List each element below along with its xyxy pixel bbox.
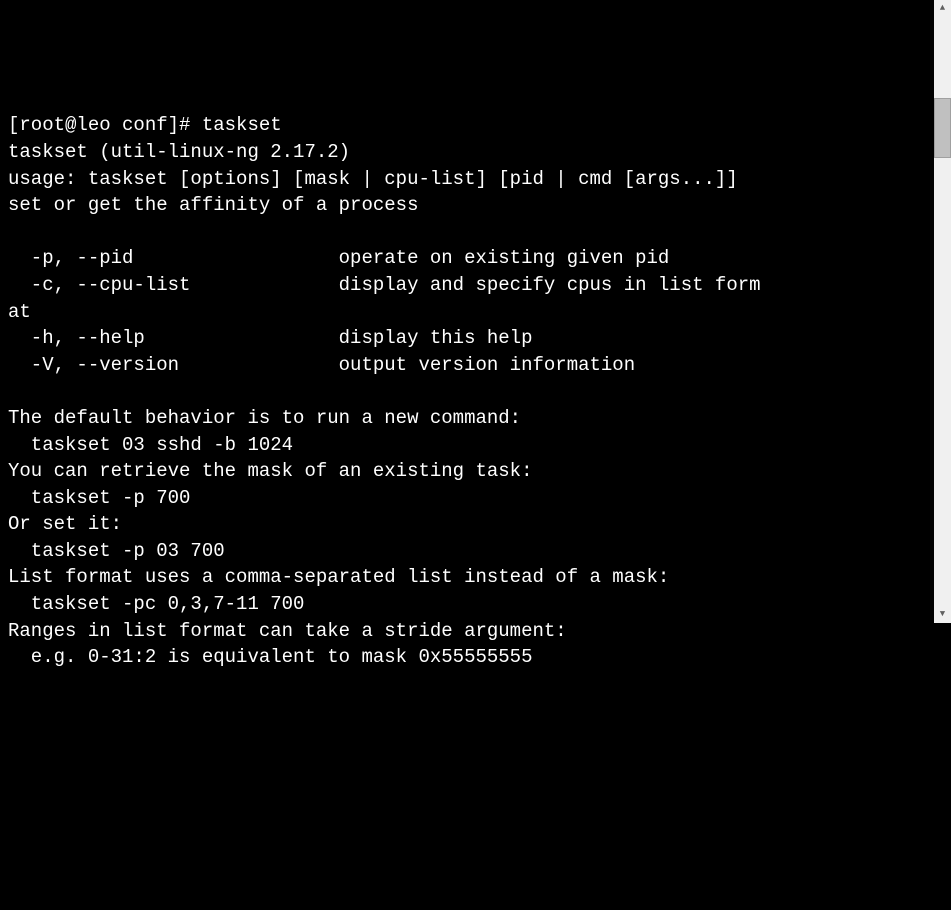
- scroll-down-arrow-icon[interactable]: ▼: [934, 606, 951, 623]
- example-set-header: Or set it:: [8, 513, 122, 535]
- example-default-header: The default behavior is to run a new com…: [8, 407, 521, 429]
- terminal-output[interactable]: [root@leo conf]# taskset taskset (util-l…: [8, 112, 943, 723]
- option-cpulist-line1: -c, --cpu-list display and specify cpus …: [8, 274, 761, 296]
- example-default-command: taskset 03 sshd -b 1024: [8, 434, 293, 456]
- shell-prompt: [root@leo conf]#: [8, 114, 202, 136]
- output-description: set or get the affinity of a process: [8, 194, 418, 216]
- option-help: -h, --help display this help: [8, 327, 533, 349]
- example-list-command: taskset -pc 0,3,7-11 700: [8, 593, 304, 615]
- example-retrieve-command: taskset -p 700: [8, 487, 190, 509]
- typed-command: taskset: [202, 114, 282, 136]
- output-version: taskset (util-linux-ng 2.17.2): [8, 141, 350, 163]
- example-retrieve-header: You can retrieve the mask of an existing…: [8, 460, 533, 482]
- vertical-scrollbar[interactable]: ▲ ▼: [934, 0, 951, 623]
- example-range-command: e.g. 0-31:2 is equivalent to mask 0x5555…: [8, 646, 533, 668]
- scrollbar-thumb[interactable]: [934, 98, 951, 158]
- option-cpulist-line2: at: [8, 301, 31, 323]
- option-pid: -p, --pid operate on existing given pid: [8, 247, 669, 269]
- output-usage: usage: taskset [options] [mask | cpu-lis…: [8, 168, 738, 190]
- scroll-up-arrow-icon[interactable]: ▲: [934, 0, 951, 17]
- option-version: -V, --version output version information: [8, 354, 635, 376]
- example-list-header: List format uses a comma-separated list …: [8, 566, 669, 588]
- example-set-command: taskset -p 03 700: [8, 540, 225, 562]
